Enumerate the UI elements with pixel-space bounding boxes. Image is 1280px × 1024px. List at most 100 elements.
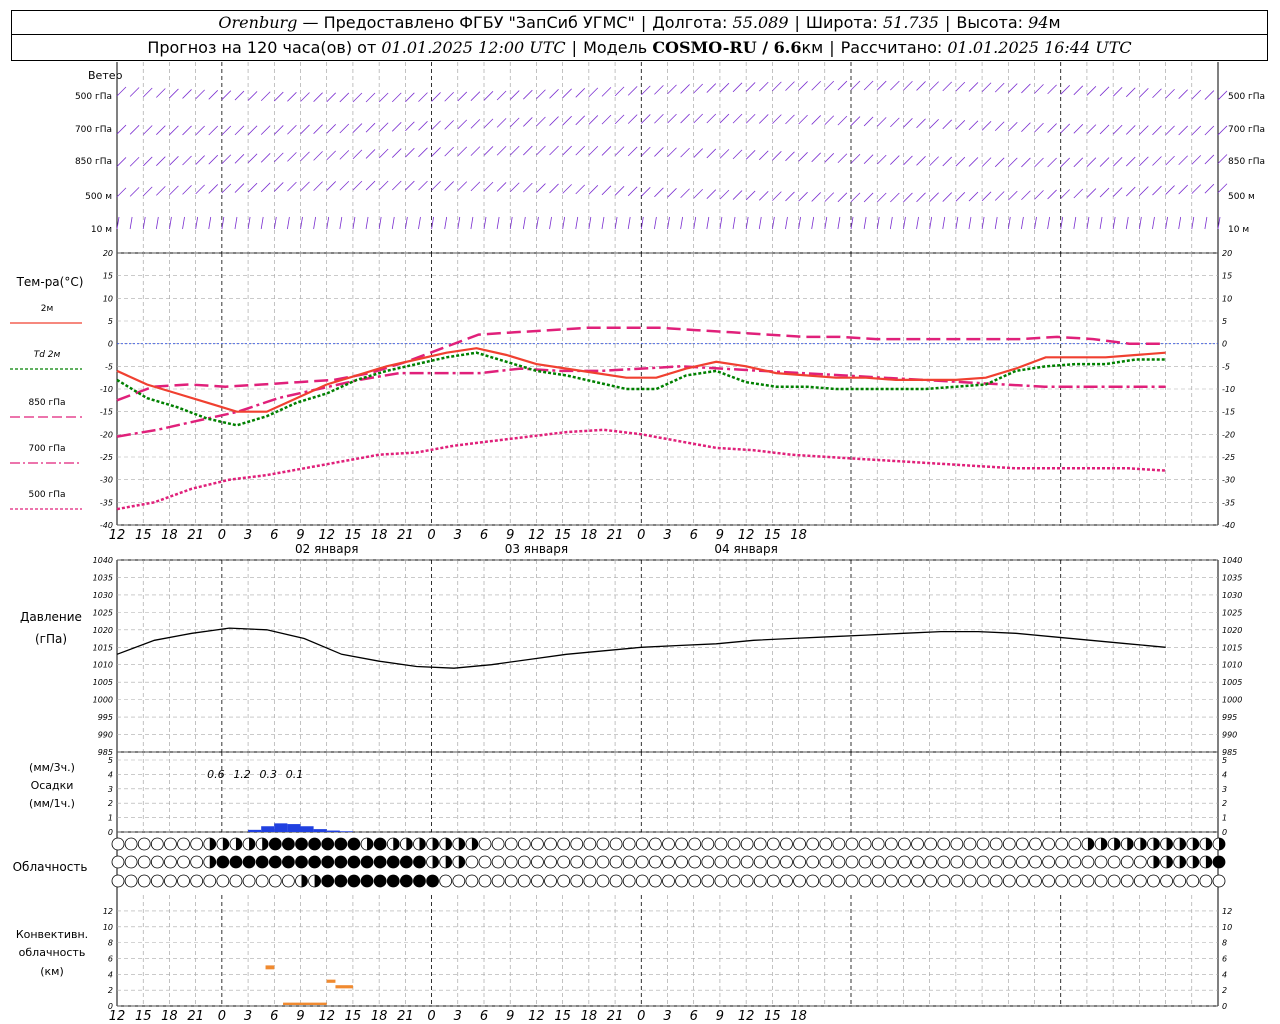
wind-barb	[929, 119, 939, 129]
wind-barb	[1073, 85, 1084, 96]
cloud-cover-symbol	[727, 874, 741, 888]
wind-barb	[182, 155, 192, 166]
cloud-cover-fill	[445, 838, 452, 850]
wind-barb	[1047, 123, 1057, 133]
wind-barb	[588, 115, 599, 125]
wind-barb	[156, 156, 166, 166]
cloud-cover-symbol	[858, 874, 872, 888]
conv-ytick-left: 10	[103, 923, 113, 932]
x-tick-label: 15	[554, 528, 571, 543]
wind-barb	[942, 216, 946, 230]
precip-total-label: 0.6	[207, 768, 225, 781]
wind-barb	[313, 181, 323, 191]
precip-bar	[300, 826, 314, 832]
pressure-ytick-left: 1010	[93, 661, 113, 670]
temp-title: Тем-ра(°С)	[16, 275, 84, 289]
wind-barb	[1060, 189, 1070, 199]
cloud-cover-symbol	[662, 874, 675, 888]
wind-barb	[798, 114, 808, 125]
temp-ytick-right: 5	[1222, 317, 1227, 326]
cloud-cover-symbol	[793, 837, 806, 851]
cloud-cover-symbol	[1133, 874, 1147, 888]
wind-barb	[169, 125, 179, 136]
cloud-cover-symbol	[583, 837, 597, 851]
cloud-cover-symbol	[1147, 874, 1160, 888]
x-tick-label: 12	[318, 1009, 335, 1024]
wind-barb	[457, 91, 468, 102]
wind-barb	[483, 181, 494, 192]
wind-barb	[850, 153, 861, 164]
cloud-cover-symbol	[819, 874, 833, 888]
cloud-cover-fill	[222, 838, 229, 850]
wind-barb	[326, 92, 336, 103]
precip-title: Осадки	[31, 779, 74, 792]
cloud-cover-symbol	[1042, 874, 1056, 888]
wind-barb	[1047, 157, 1057, 168]
wind-barb	[890, 80, 900, 91]
x-tick-label: 6	[690, 528, 698, 543]
wind-barb	[1034, 84, 1044, 94]
wind-barb	[536, 89, 546, 100]
conv-cloud-bar	[335, 985, 353, 989]
cloud-cover-symbol	[1002, 855, 1016, 869]
cloud-cover-symbol	[898, 855, 911, 869]
date-label: 03 января	[505, 542, 568, 556]
wind-barb	[680, 188, 690, 199]
wind-barb	[667, 84, 677, 95]
wind-barb	[536, 116, 546, 127]
temp-ytick-left: 15	[103, 272, 113, 281]
x-tick-label: 15	[764, 528, 781, 543]
wind-barb	[876, 80, 887, 91]
wind-barb	[562, 145, 572, 156]
wind-barb	[758, 216, 762, 230]
cloud-cover-symbol	[884, 874, 898, 888]
cloud-cover-symbol	[268, 874, 282, 888]
wind-barb	[903, 80, 913, 91]
wind-barb	[483, 118, 494, 129]
precip-ytick-left: 2	[108, 799, 113, 808]
conv-ytick-left: 6	[108, 954, 113, 963]
cloud-cover-symbol	[806, 837, 820, 851]
wind-barb	[667, 147, 677, 158]
wind-barb	[391, 92, 402, 103]
wind-barb	[693, 83, 703, 94]
cloud-cover-symbol	[190, 837, 204, 851]
x-tick-label: 12	[738, 1009, 755, 1024]
wind-barb	[182, 89, 192, 99]
cloud-cover-symbol	[976, 837, 990, 851]
wind-barb	[837, 153, 848, 164]
wind-barb	[758, 114, 769, 124]
cloud-cover-symbol	[609, 874, 623, 888]
wind-barb	[929, 192, 939, 202]
cloud-cover-symbol	[622, 837, 636, 851]
x-tick-label: 0	[218, 528, 226, 543]
x-tick-label: 15	[345, 1009, 362, 1024]
x-tick-label: 0	[637, 1009, 645, 1024]
cloud-cover-symbol	[268, 837, 282, 851]
wind-barb	[706, 189, 717, 199]
x-tick-label: 0	[427, 528, 435, 543]
wind-barb	[719, 149, 730, 159]
pressure-ytick-left: 1020	[93, 626, 113, 635]
wind-barb	[863, 192, 874, 203]
cloud-cover-fill	[1101, 838, 1108, 850]
wind-barb	[1086, 157, 1097, 167]
wind-barb	[798, 191, 808, 202]
wind-barb	[1125, 125, 1136, 135]
cloud-cover-symbol	[793, 855, 806, 869]
temp-ytick-right: -10	[1222, 385, 1235, 394]
x-tick-label: 18	[581, 528, 598, 543]
wind-barb	[1099, 124, 1110, 135]
cloud-cover-fill	[1166, 838, 1173, 850]
wind-barb	[234, 183, 245, 193]
wind-level-label-right: 700 гПа	[1228, 125, 1265, 135]
wind-barb	[405, 92, 415, 103]
wind-barb	[509, 145, 520, 156]
wind-barb	[588, 185, 599, 195]
pressure-ytick-right: 1040	[1222, 556, 1242, 565]
wind-barb	[968, 120, 979, 131]
cloud-cover-symbol	[753, 855, 767, 869]
wind-barb	[549, 145, 559, 156]
wind-barb	[313, 151, 323, 161]
wind-barb	[824, 115, 835, 126]
